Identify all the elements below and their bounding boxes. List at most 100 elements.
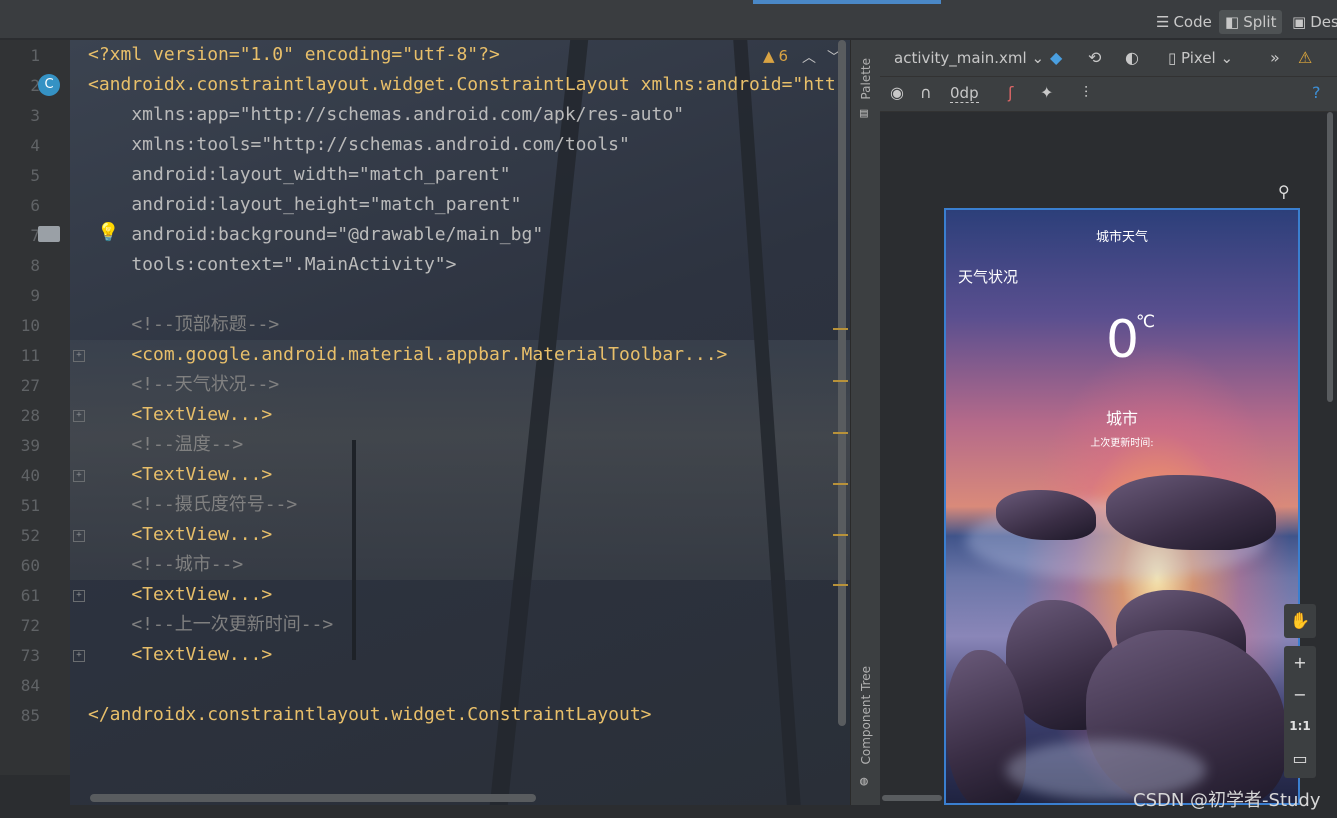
design-vertical-scrollbar[interactable] — [1327, 112, 1333, 402]
warning-icon: ▲ — [763, 47, 775, 65]
lightbulb-icon[interactable]: 💡 — [97, 222, 119, 243]
split-view-button[interactable]: ◧ Split — [1219, 10, 1283, 34]
zoom-in-button[interactable]: + — [1284, 646, 1316, 678]
magnet-icon[interactable]: ∩ — [920, 83, 932, 102]
line-number: 2 — [30, 76, 40, 95]
code-line[interactable]: tools:context=".MainActivity"> — [88, 250, 456, 280]
actual-size-button[interactable]: 1:1 — [1284, 710, 1316, 742]
editor-horizontal-scrollbar[interactable] — [90, 794, 536, 802]
magic-wand-icon[interactable]: ✦ — [1040, 83, 1053, 102]
pan-tool-group: ✋ — [1284, 604, 1316, 638]
warning-triangle-icon[interactable]: ⚠ — [1298, 48, 1312, 67]
degree-symbol: ℃ — [1136, 312, 1156, 332]
code-line[interactable]: <!--摄氏度符号--> — [88, 490, 297, 520]
palette-tab[interactable]: Palette — [859, 58, 873, 100]
help-icon[interactable]: ? — [1312, 83, 1321, 102]
pan-hand-icon[interactable]: ✋ — [1284, 604, 1316, 636]
clear-constraints-icon[interactable]: ʃ — [1008, 83, 1013, 102]
code-line[interactable]: xmlns:tools="http://schemas.android.com/… — [88, 130, 630, 160]
code-line[interactable]: <TextView...> — [88, 640, 272, 670]
class-icon[interactable]: C — [38, 74, 60, 96]
code-line[interactable]: <!--温度--> — [88, 430, 243, 460]
code-line[interactable]: <!--顶部标题--> — [88, 310, 279, 340]
fold-toggle[interactable]: + — [73, 350, 85, 362]
code-view-label: Code — [1173, 13, 1212, 31]
line-number: 84 — [20, 676, 40, 695]
toolbar-title: 城市天气 — [1095, 230, 1148, 245]
theme-icon[interactable]: ◐ — [1125, 48, 1139, 67]
fold-toggle[interactable]: + — [73, 590, 85, 602]
rock-shape — [1106, 475, 1276, 550]
code-line[interactable]: android:layout_width="match_parent" — [88, 160, 510, 190]
margin-field[interactable]: 0dp — [950, 84, 979, 103]
code-view-button[interactable]: ☰ Code — [1150, 10, 1218, 34]
device-selector[interactable]: ▯ Pixel ⌄ — [1168, 49, 1233, 67]
scroll-marker — [833, 483, 848, 485]
code-line[interactable]: <!--上一次更新时间--> — [88, 610, 333, 640]
warning-indicator[interactable]: ▲ 6 — [763, 47, 788, 65]
watermark: CSDN @初学者-Study — [1133, 790, 1321, 811]
code-line[interactable]: android:background="@drawable/main_bg" — [88, 220, 543, 250]
warning-count: 6 — [778, 47, 789, 65]
code-line[interactable]: android:layout_height="match_parent" — [88, 190, 521, 220]
fold-toggle[interactable]: + — [73, 650, 85, 662]
rock-shape — [996, 490, 1096, 540]
line-number: 4 — [30, 136, 40, 155]
line-number: 10 — [20, 316, 40, 335]
image-preview-icon[interactable] — [38, 226, 60, 242]
scroll-marker — [833, 584, 848, 586]
line-number: 72 — [20, 616, 40, 635]
line-number: 1 — [30, 46, 40, 65]
component-tree-tab[interactable]: Component Tree — [859, 666, 873, 764]
code-editor[interactable]: <?xml version="1.0" encoding="utf-8"?> <a… — [70, 40, 850, 805]
design-view-button[interactable]: ▣ Des — [1286, 10, 1337, 34]
code-line[interactable]: </androidx.constraintlayout.widget.Const… — [88, 700, 652, 730]
phone-preview[interactable]: 城市天气 天气状况 0 ℃ 城市 上次更新时间: — [944, 208, 1300, 805]
editor-vertical-scrollbar[interactable] — [838, 40, 846, 726]
align-icon[interactable]: ⫶ — [1084, 83, 1088, 103]
eye-icon[interactable]: ◉ — [890, 83, 904, 102]
line-number: 52 — [20, 526, 40, 545]
pin-icon[interactable]: ⚲ — [1278, 182, 1290, 201]
active-tab-indicator — [753, 0, 941, 4]
fold-toggle[interactable]: + — [73, 530, 85, 542]
globe-icon: ◍ — [860, 774, 868, 789]
palette-icon: ▤ — [860, 106, 868, 121]
editor-top-bar: ☰ Code ◧ Split ▣ Des — [0, 0, 1337, 38]
code-line[interactable]: <TextView...> — [88, 520, 272, 550]
line-number: 6 — [30, 196, 40, 215]
editor-bg-pole — [352, 440, 356, 660]
line-number: 28 — [20, 406, 40, 425]
design-horizontal-scrollbar[interactable] — [882, 795, 942, 801]
line-number: 7 — [30, 226, 40, 245]
fold-toggle[interactable]: + — [73, 410, 85, 422]
fold-toggle[interactable]: + — [73, 470, 85, 482]
line-number: 39 — [20, 436, 40, 455]
code-line[interactable]: <TextView...> — [88, 460, 272, 490]
zoom-out-button[interactable]: − — [1284, 678, 1316, 710]
code-line[interactable]: <androidx.constraintlayout.widget.Constr… — [88, 70, 836, 100]
layers-icon[interactable]: ◆ — [1050, 48, 1062, 67]
weather-status: 天气状况 — [958, 268, 1019, 286]
orientation-icon[interactable]: ⟲ — [1088, 48, 1101, 67]
scroll-marker — [833, 380, 848, 382]
scroll-marker — [833, 432, 848, 434]
fit-screen-icon[interactable]: ▭ — [1284, 742, 1316, 774]
line-number: 11 — [20, 346, 40, 365]
code-line[interactable]: <?xml version="1.0" encoding="utf-8"?> — [88, 40, 500, 70]
chevron-up-icon[interactable]: ︿ — [802, 47, 816, 67]
line-number: 60 — [20, 556, 40, 575]
scroll-marker — [833, 328, 848, 330]
code-line[interactable]: <!--天气状况--> — [88, 370, 279, 400]
code-line[interactable]: <TextView...> — [88, 580, 272, 610]
line-number: 61 — [20, 586, 40, 605]
last-update-time: 上次更新时间: — [1090, 438, 1154, 449]
code-line[interactable]: <com.google.android.material.appbar.Mate… — [88, 340, 727, 370]
code-line[interactable]: <TextView...> — [88, 400, 272, 430]
temperature-value: 0 — [1106, 310, 1140, 370]
code-line[interactable]: xmlns:app="http://schemas.android.com/ap… — [88, 100, 684, 130]
split-view-label: Split — [1243, 13, 1277, 31]
code-line[interactable]: <!--城市--> — [88, 550, 243, 580]
file-selector[interactable]: activity_main.xml ⌄ — [894, 49, 1044, 67]
overflow-icon[interactable]: » — [1270, 48, 1280, 67]
